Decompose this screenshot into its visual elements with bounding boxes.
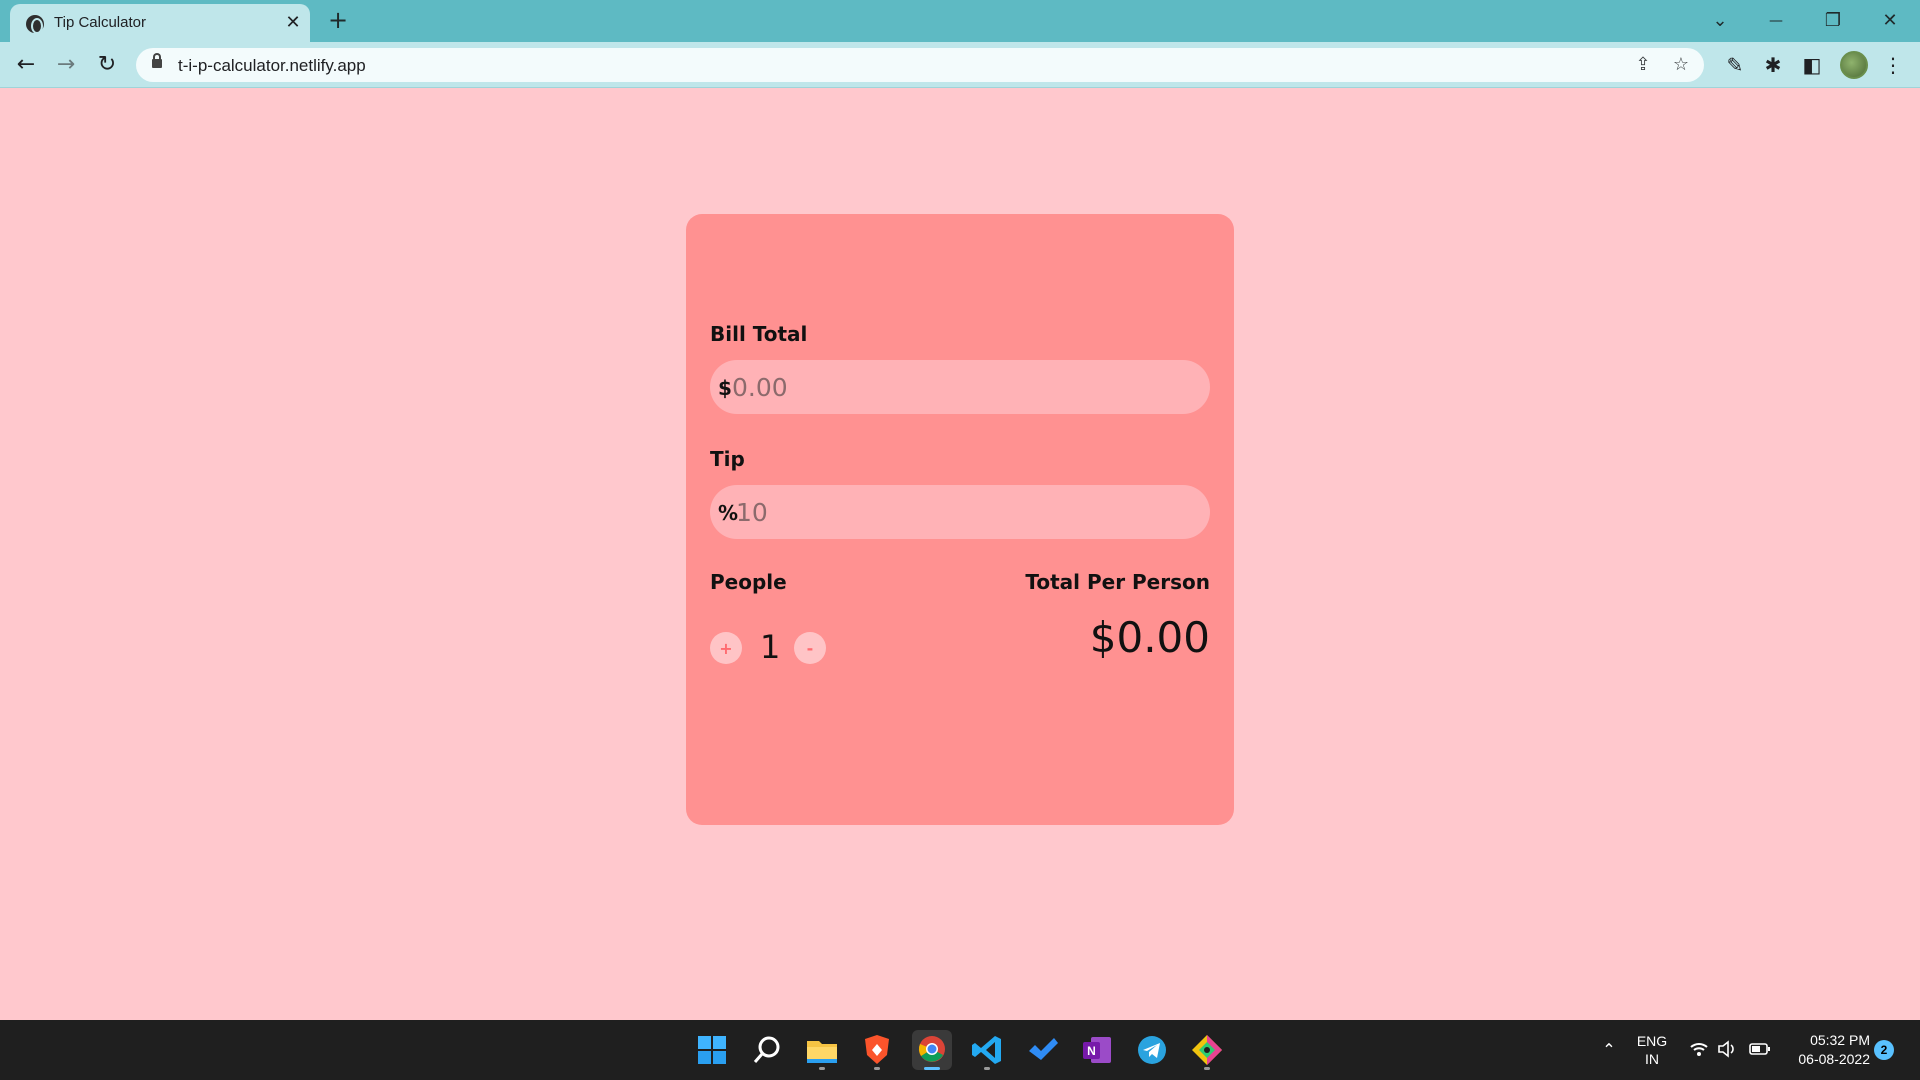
side-panel-icon[interactable]: ◧ bbox=[1797, 50, 1827, 80]
tip-field[interactable]: % bbox=[710, 485, 1210, 539]
minimize-button[interactable]: — bbox=[1756, 6, 1796, 36]
clock-date: 06-08-2022 bbox=[1798, 1051, 1870, 1067]
telegram-icon[interactable] bbox=[1132, 1030, 1172, 1070]
tip-calculator-card: Bill Total $ Tip % People Total Per Pers… bbox=[686, 214, 1234, 825]
file-explorer-icon[interactable] bbox=[802, 1030, 842, 1070]
bookmark-star-icon[interactable]: ☆ bbox=[1668, 52, 1694, 78]
forward-button[interactable]: → bbox=[50, 49, 82, 81]
running-indicator bbox=[984, 1067, 990, 1070]
increase-people-button[interactable]: + bbox=[710, 632, 742, 664]
globe-favicon-icon bbox=[26, 15, 44, 34]
total-per-person-value: $0.00 bbox=[1089, 613, 1210, 662]
bill-total-label: Bill Total bbox=[710, 322, 808, 346]
region-code: IN bbox=[1645, 1051, 1659, 1067]
svg-text:N: N bbox=[1087, 1044, 1096, 1058]
language-indicator[interactable]: ENG IN bbox=[1630, 1032, 1674, 1068]
vscode-icon[interactable] bbox=[967, 1030, 1007, 1070]
clock[interactable]: 05:32 PM 06-08-2022 bbox=[1778, 1031, 1870, 1069]
tab-search-icon[interactable]: ⌄ bbox=[1700, 6, 1740, 36]
brave-browser-icon[interactable] bbox=[857, 1030, 897, 1070]
language-code: ENG bbox=[1636, 1033, 1668, 1049]
people-label: People bbox=[710, 570, 787, 594]
menu-kebab-icon[interactable]: ⋮ bbox=[1878, 50, 1908, 80]
address-bar[interactable]: t-i-p-calculator.netlify.app ⇪ ☆ bbox=[136, 48, 1704, 82]
wifi-icon[interactable] bbox=[1688, 1040, 1710, 1060]
extensions-puzzle-icon[interactable]: ✱ bbox=[1758, 50, 1788, 80]
todo-icon[interactable] bbox=[1022, 1030, 1062, 1070]
dollar-prefix: $ bbox=[718, 376, 732, 400]
volume-icon[interactable] bbox=[1716, 1040, 1738, 1060]
running-indicator bbox=[874, 1067, 880, 1070]
windows-start-icon[interactable] bbox=[692, 1030, 732, 1070]
total-per-person-label: Total Per Person bbox=[1025, 570, 1210, 594]
back-button[interactable]: ← bbox=[10, 49, 42, 81]
onenote-icon[interactable]: N bbox=[1077, 1030, 1117, 1070]
tab-title: Tip Calculator bbox=[54, 14, 146, 31]
tip-label: Tip bbox=[710, 447, 745, 471]
running-indicator bbox=[1204, 1067, 1210, 1070]
people-count: 1 bbox=[760, 628, 781, 666]
chrome-icon[interactable] bbox=[912, 1030, 952, 1070]
battery-icon[interactable] bbox=[1749, 1040, 1771, 1060]
notification-badge[interactable]: 2 bbox=[1874, 1040, 1894, 1060]
close-window-button[interactable]: ✕ bbox=[1870, 6, 1910, 36]
profile-avatar[interactable] bbox=[1840, 51, 1868, 79]
new-tab-button[interactable]: + bbox=[325, 7, 351, 33]
share-icon[interactable]: ⇪ bbox=[1630, 52, 1656, 78]
active-indicator bbox=[924, 1067, 940, 1070]
bill-total-field[interactable]: $ bbox=[710, 360, 1210, 414]
restore-button[interactable]: ❐ bbox=[1813, 6, 1853, 36]
browser-tabstrip: Tip Calculator ✕ + ⌄ — ❐ ✕ bbox=[0, 0, 1920, 42]
git-icon[interactable] bbox=[1187, 1030, 1227, 1070]
decrease-people-button[interactable]: - bbox=[794, 632, 826, 664]
bill-total-input[interactable] bbox=[732, 371, 1192, 403]
show-hidden-icons-chevron-icon[interactable]: ⌃ bbox=[1598, 1040, 1620, 1060]
browser-toolbar: ← → ↻ t-i-p-calculator.netlify.app ⇪ ☆ ✎… bbox=[0, 42, 1920, 88]
search-icon[interactable] bbox=[747, 1030, 787, 1070]
clock-time: 05:32 PM bbox=[1810, 1032, 1870, 1048]
extension-tool-icon[interactable]: ✎ bbox=[1720, 50, 1750, 80]
lock-icon[interactable] bbox=[152, 53, 162, 68]
running-indicator bbox=[819, 1067, 825, 1070]
url-text[interactable]: t-i-p-calculator.netlify.app bbox=[178, 56, 366, 76]
browser-tab[interactable]: Tip Calculator ✕ bbox=[10, 4, 310, 42]
tab-close-icon[interactable]: ✕ bbox=[282, 12, 304, 34]
tip-input[interactable] bbox=[736, 496, 1196, 528]
reload-button[interactable]: ↻ bbox=[91, 49, 123, 81]
